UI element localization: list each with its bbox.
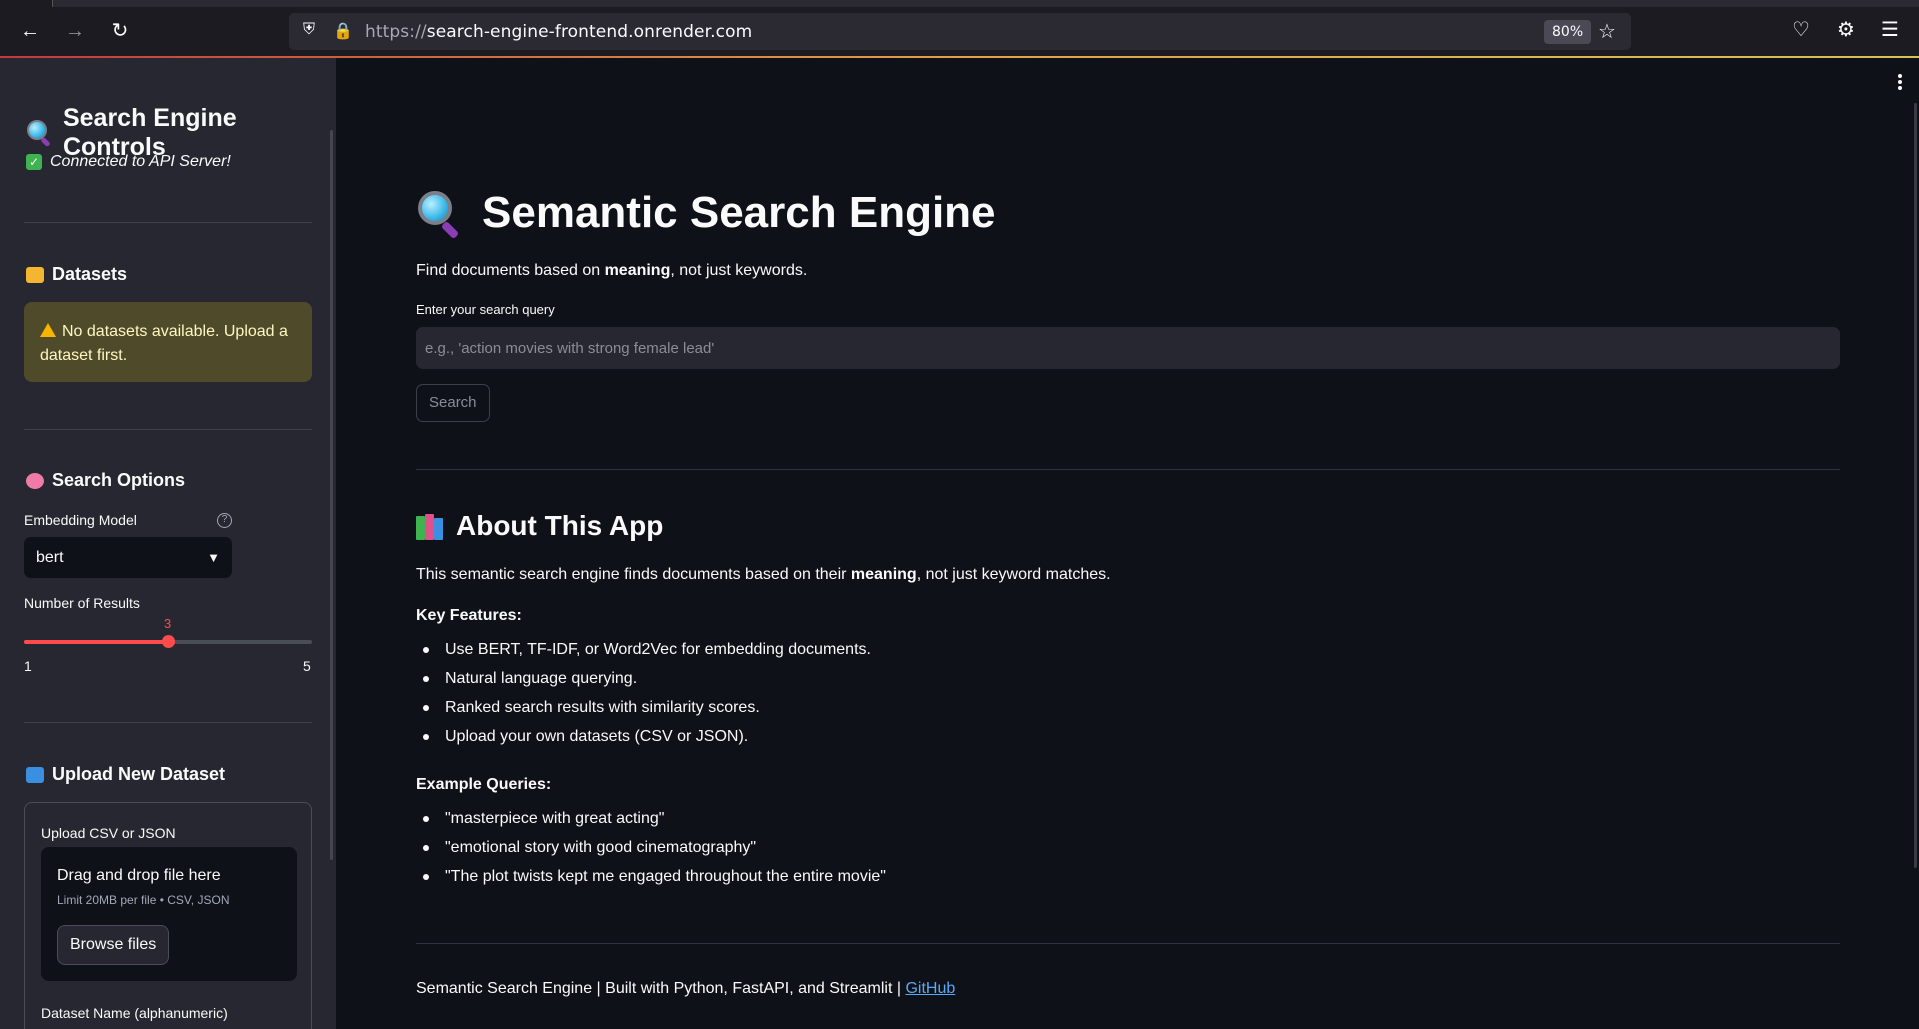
- shield-icon[interactable]: ⛨: [299, 21, 319, 39]
- extensions-icon[interactable]: ⚙: [1833, 17, 1859, 42]
- datasets-heading-text: Datasets: [52, 264, 128, 284]
- search-options-heading-text: Search Options: [52, 470, 186, 490]
- intro-prefix: Find documents based on: [416, 262, 605, 279]
- examples-list: "masterpiece with great acting" "emotion…: [416, 804, 886, 891]
- connection-status-text: Connected to API Server!: [50, 153, 231, 170]
- back-arrow-icon[interactable]: ←: [16, 17, 44, 45]
- divider: [416, 469, 1840, 470]
- embedding-model-select[interactable]: bert ▼: [24, 537, 232, 578]
- upload-heading: Upload New Dataset: [26, 764, 225, 785]
- number-of-results-label: Number of Results: [24, 595, 140, 611]
- upload-label: Upload CSV or JSON: [41, 825, 176, 841]
- github-link[interactable]: GitHub: [905, 980, 955, 997]
- upload-form: Upload CSV or JSON Drag and drop file he…: [24, 802, 312, 1029]
- intro-bold: meaning: [604, 262, 671, 279]
- results-slider-fill: [24, 640, 168, 644]
- forward-arrow-icon[interactable]: →: [61, 17, 89, 45]
- dataset-name-label: Dataset Name (alphanumeric): [41, 1005, 228, 1021]
- url-text[interactable]: https://search-engine-frontend.onrender.…: [365, 22, 752, 42]
- list-item: Upload your own datasets (CSV or JSON).: [416, 722, 871, 751]
- dropzone-title: Drag and drop file here: [57, 867, 221, 884]
- warning-text: No datasets available. Upload a dataset …: [40, 323, 288, 364]
- embedding-model-value: bert: [36, 548, 64, 566]
- footer: Semantic Search Engine | Built with Pyth…: [416, 980, 955, 998]
- reload-icon[interactable]: ↻: [106, 17, 134, 45]
- about-desc-bold: meaning: [850, 566, 917, 583]
- intro-suffix: , not just keywords.: [670, 262, 808, 279]
- browser-toolbar: ← → ↻ ⛨ 🔒 https://search-engine-frontend…: [0, 0, 1919, 58]
- about-desc-suffix: , not just keyword matches.: [916, 566, 1111, 583]
- main-content: Semantic Search Engine Find documents ba…: [336, 58, 1919, 1029]
- bookmark-star-icon[interactable]: ☆: [1598, 19, 1616, 44]
- url-host: search-engine-frontend.onrender.com: [426, 22, 753, 42]
- about-heading-text: About This App: [456, 510, 664, 541]
- page-title: Semantic Search Engine: [416, 188, 996, 240]
- list-item: Ranked search results with similarity sc…: [416, 693, 871, 722]
- hamburger-menu-icon[interactable]: ☰: [1877, 17, 1903, 42]
- list-item: "emotional story with good cinematograph…: [416, 833, 886, 862]
- list-item: "masterpiece with great acting": [416, 804, 886, 833]
- help-icon[interactable]: ?: [217, 513, 232, 528]
- connection-status: ✓ Connected to API Server!: [26, 153, 231, 171]
- up-arrow-icon: [26, 766, 44, 783]
- search-query-input[interactable]: [416, 327, 1840, 369]
- browse-files-button[interactable]: Browse files: [57, 925, 170, 965]
- divider: [24, 222, 312, 223]
- divider: [416, 943, 1840, 944]
- file-dropzone[interactable]: Drag and drop file here Limit 20MB per f…: [41, 847, 297, 981]
- slider-current-value: 3: [164, 616, 172, 631]
- intro-text: Find documents based on meaning, not jus…: [416, 262, 807, 280]
- divider: [24, 722, 312, 723]
- main-scrollbar[interactable]: [1914, 103, 1917, 868]
- magnifier-icon: [26, 119, 53, 148]
- results-slider-thumb[interactable]: [161, 635, 175, 648]
- url-bar[interactable]: ⛨ 🔒 https://search-engine-frontend.onren…: [289, 13, 1631, 50]
- divider: [24, 429, 312, 430]
- no-datasets-warning: No datasets available. Upload a dataset …: [24, 302, 312, 382]
- query-label: Enter your search query: [416, 302, 555, 317]
- tab-strip: [0, 0, 1919, 7]
- list-item: "The plot twists kept me engaged through…: [416, 862, 886, 891]
- chevron-down-icon: ▼: [207, 550, 220, 565]
- lock-icon[interactable]: 🔒: [333, 21, 353, 41]
- zoom-level-badge[interactable]: 80%: [1544, 20, 1592, 44]
- datasets-heading: Datasets: [26, 264, 127, 285]
- brain-icon: [26, 472, 44, 489]
- kebab-menu-icon[interactable]: [1891, 72, 1909, 94]
- page-title-text: Semantic Search Engine: [482, 188, 996, 237]
- slider-min-label: 1: [24, 658, 32, 674]
- features-list: Use BERT, TF-IDF, or Word2Vec for embedd…: [416, 635, 871, 751]
- warning-icon: [40, 323, 56, 337]
- check-mark-icon: ✓: [26, 154, 42, 170]
- sidebar: Search Engine Controls ✓ Connected to AP…: [0, 58, 336, 1029]
- upload-heading-text: Upload New Dataset: [52, 764, 226, 784]
- list-item: Natural language querying.: [416, 664, 871, 693]
- about-desc-prefix: This semantic search engine finds docume…: [416, 566, 851, 583]
- dropzone-limits: Limit 20MB per file • CSV, JSON: [57, 893, 230, 907]
- sidebar-scrollbar[interactable]: [330, 130, 333, 860]
- footer-text: Semantic Search Engine | Built with Pyth…: [416, 980, 906, 997]
- pocket-icon[interactable]: ♡: [1788, 17, 1814, 42]
- search-button[interactable]: Search: [416, 384, 490, 422]
- about-heading: About This App: [416, 510, 663, 542]
- slider-max-label: 5: [303, 658, 311, 674]
- example-queries-heading: Example Queries:: [416, 776, 552, 793]
- magnifier-icon: [416, 189, 464, 240]
- search-options-heading: Search Options: [26, 470, 185, 491]
- key-features-heading: Key Features:: [416, 607, 522, 624]
- folder-icon: [26, 266, 44, 283]
- about-description: This semantic search engine finds docume…: [416, 566, 1111, 584]
- url-protocol: https://: [365, 22, 427, 42]
- embedding-model-label: Embedding Model: [24, 512, 137, 528]
- active-tab[interactable]: [0, 0, 53, 7]
- books-icon: [416, 512, 446, 540]
- list-item: Use BERT, TF-IDF, or Word2Vec for embedd…: [416, 635, 871, 664]
